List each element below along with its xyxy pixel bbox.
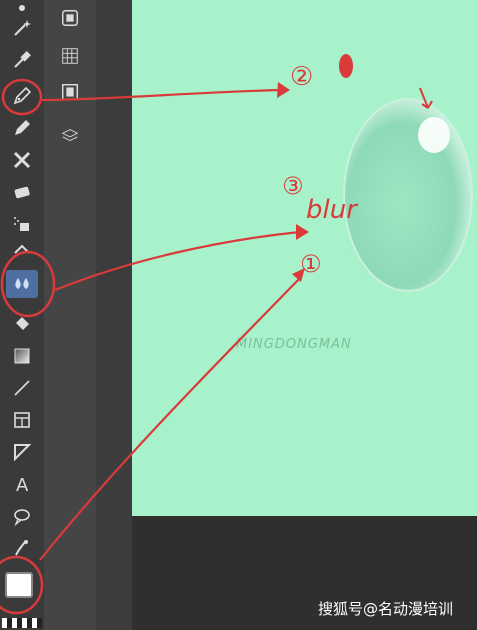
- arrow-to-2: [41, 88, 281, 102]
- watermark-text: 搜狐号@名动漫培训: [318, 600, 454, 618]
- annotation-overlay: [0, 54, 433, 615]
- circle-blend-tool: [0, 250, 56, 318]
- circle-pen-tool: [1, 78, 43, 116]
- annotation-dot: [339, 54, 353, 78]
- arrow-to-1: [39, 277, 301, 561]
- annotation-tick: [419, 87, 433, 109]
- annotation-blur: blur: [306, 195, 357, 225]
- circle-color-swatch: [0, 555, 44, 615]
- annotation-number-3: ③: [282, 172, 304, 200]
- annotation-number-2: ②: [290, 62, 314, 92]
- arrow-to-blur: [54, 230, 301, 292]
- annotation-number-1: ①: [300, 250, 322, 278]
